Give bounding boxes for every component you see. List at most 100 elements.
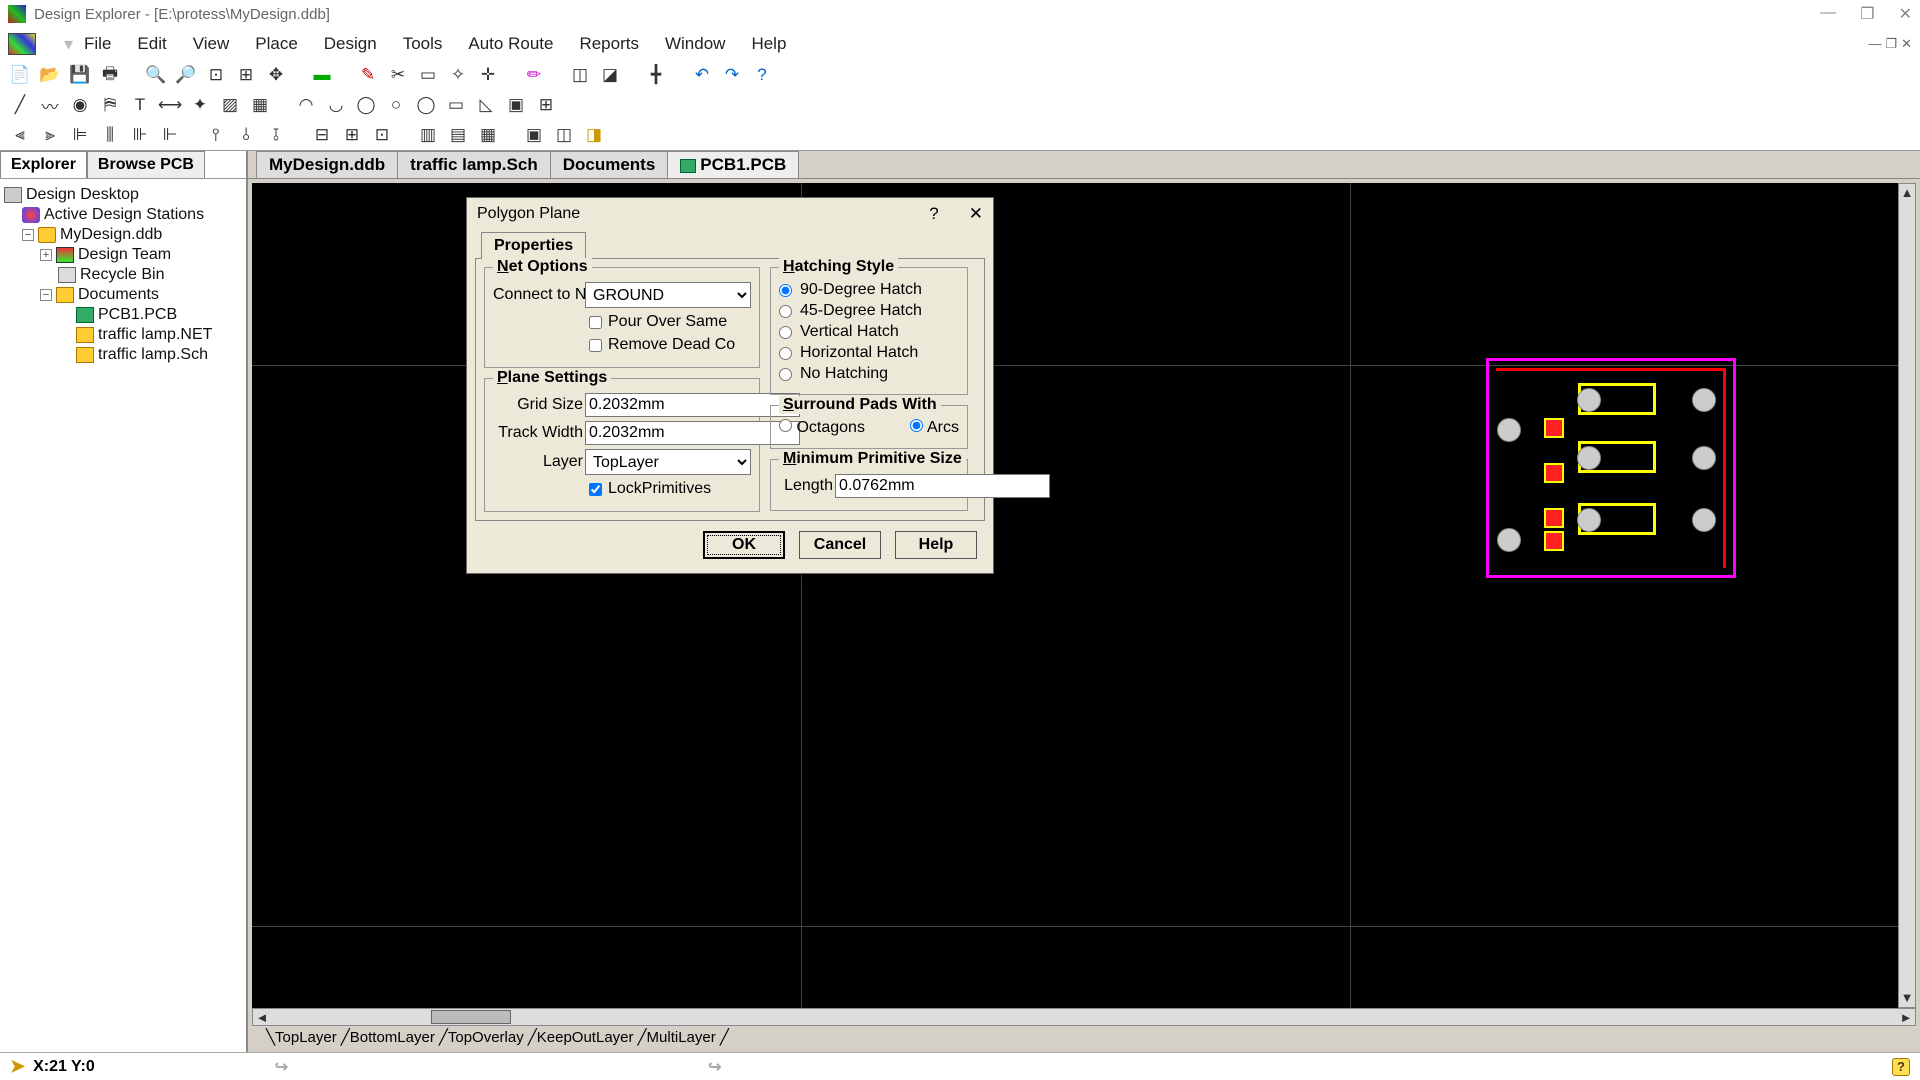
layer-select[interactable]: TopLayer <box>585 449 751 475</box>
zoom-window-icon[interactable]: ⊡ <box>204 63 228 87</box>
zoom-pan-icon[interactable]: ✥ <box>264 63 288 87</box>
tree-bin[interactable]: Recycle Bin <box>4 265 242 285</box>
tree-file-pcb[interactable]: PCB1.PCB <box>4 305 242 325</box>
dialog-titlebar[interactable]: Polygon Plane ? ✕ <box>467 198 993 230</box>
tree-file-net[interactable]: traffic lamp.NET <box>4 325 242 345</box>
dropdown-icon[interactable]: ▾ <box>64 34 84 55</box>
3d-view-icon[interactable]: ◫ <box>568 63 592 87</box>
hatch-90-radio[interactable] <box>779 284 792 297</box>
menu-reports[interactable]: Reports <box>579 34 639 54</box>
place-pad-icon[interactable]: ◉ <box>68 93 92 117</box>
arc1-icon[interactable]: ◠ <box>294 93 318 117</box>
grid-size-input[interactable] <box>585 393 800 417</box>
help-button[interactable]: Help <box>895 531 977 559</box>
pour-over-checkbox[interactable] <box>589 316 602 329</box>
hatch-horizontal-radio[interactable] <box>779 347 792 360</box>
group3-icon[interactable]: ⊡ <box>370 123 394 147</box>
dist-h-icon[interactable]: ⫼ <box>98 123 122 147</box>
tree-docs[interactable]: −Documents <box>4 285 242 305</box>
tab-explorer[interactable]: Explorer <box>0 151 87 178</box>
board-icon[interactable]: ▬ <box>310 63 334 87</box>
menu-place[interactable]: Place <box>255 34 298 54</box>
tree-stations[interactable]: Active Design Stations <box>4 205 242 225</box>
zoom-fit-icon[interactable]: ⊞ <box>234 63 258 87</box>
save-icon[interactable]: 💾 <box>68 63 92 87</box>
scroll-thumb[interactable] <box>431 1010 511 1024</box>
circle-icon[interactable]: ○ <box>384 93 408 117</box>
minimize-button[interactable]: — <box>1820 4 1836 24</box>
menu-view[interactable]: View <box>193 34 230 54</box>
layer-tab-top[interactable]: ╲TopLayer <box>264 1028 339 1046</box>
place-hatch-icon[interactable]: ▦ <box>248 93 272 117</box>
align-mid-icon[interactable]: ⫰ <box>234 123 258 147</box>
tab-browse-pcb[interactable]: Browse PCB <box>87 151 205 178</box>
ellipse-icon[interactable]: ◯ <box>414 93 438 117</box>
place-line-icon[interactable]: ╱ <box>8 93 32 117</box>
ok-button[interactable]: OK <box>703 531 785 559</box>
hatch-none-radio[interactable] <box>779 368 792 381</box>
doc-tab-docs[interactable]: Documents <box>550 151 669 178</box>
hatch-vertical-radio[interactable] <box>779 326 792 339</box>
region-icon[interactable]: ▣ <box>504 93 528 117</box>
align-left-icon[interactable]: ⫷ <box>8 123 32 147</box>
menu-autoroute[interactable]: Auto Route <box>468 34 553 54</box>
layer-tab-overlay[interactable]: ╱TopOverlay <box>437 1028 526 1046</box>
group2-icon[interactable]: ⊞ <box>340 123 364 147</box>
layer-tab-keepout[interactable]: ╱KeepOutLayer <box>526 1028 636 1046</box>
redo-icon[interactable]: ↷ <box>720 63 744 87</box>
connect-to-net-select[interactable]: GROUND <box>585 282 751 308</box>
select-rect-icon[interactable]: ▭ <box>416 63 440 87</box>
highlight-icon[interactable]: ✏ <box>522 63 546 87</box>
3d-shade-icon[interactable]: ◪ <box>598 63 622 87</box>
doc-tab-sch[interactable]: traffic lamp.Sch <box>397 151 551 178</box>
collapse-icon[interactable]: − <box>22 229 34 241</box>
dialog-tab-properties[interactable]: Properties <box>481 232 586 259</box>
wand-icon[interactable]: ✎ <box>356 63 380 87</box>
lock-primitives-checkbox[interactable] <box>589 483 602 496</box>
cut-line-icon[interactable]: ✂ <box>386 63 410 87</box>
menu-file[interactable]: File <box>84 34 111 54</box>
group1-icon[interactable]: ⊟ <box>310 123 334 147</box>
menu-tools[interactable]: Tools <box>403 34 443 54</box>
remove-dead-checkbox[interactable] <box>589 339 602 352</box>
place-via-icon[interactable]: ⛿ <box>98 93 122 117</box>
place-fill-icon[interactable]: ▨ <box>218 93 242 117</box>
scroll-left-icon[interactable]: ◄ <box>253 1010 271 1025</box>
move-icon[interactable]: ✛ <box>476 63 500 87</box>
comp3-icon[interactable]: ▦ <box>476 123 500 147</box>
space2-icon[interactable]: ⊩ <box>158 123 182 147</box>
deselect-icon[interactable]: ✧ <box>446 63 470 87</box>
array-icon[interactable]: ⊞ <box>534 93 558 117</box>
expand-icon[interactable]: + <box>40 249 52 261</box>
scroll-up-icon[interactable]: ▲ <box>1899 184 1915 202</box>
tree-team[interactable]: +Design Team <box>4 245 242 265</box>
doc-tab-pcb[interactable]: PCB1.PCB <box>667 151 799 178</box>
undo-icon[interactable]: ↶ <box>690 63 714 87</box>
zoom-out-icon[interactable]: 🔎 <box>174 63 198 87</box>
arc2-icon[interactable]: ◡ <box>324 93 348 117</box>
place-curve-icon[interactable]: 〰 <box>38 93 62 117</box>
horizontal-scrollbar[interactable]: ◄ ► <box>252 1008 1916 1026</box>
maximize-button[interactable]: ❐ <box>1860 4 1874 24</box>
dialog-close-icon[interactable]: ✕ <box>969 204 983 224</box>
menu-help[interactable]: Help <box>751 34 786 54</box>
place-coord-icon[interactable]: ✦ <box>188 93 212 117</box>
menu-window[interactable]: Window <box>665 34 725 54</box>
length-input[interactable] <box>835 474 1050 498</box>
collapse-icon[interactable]: − <box>40 289 52 301</box>
place-dim-icon[interactable]: ⟷ <box>158 93 182 117</box>
rect-icon[interactable]: ▭ <box>444 93 468 117</box>
layer-tab-bottom[interactable]: ╱BottomLayer <box>339 1028 437 1046</box>
comp1-icon[interactable]: ▥ <box>416 123 440 147</box>
menu-design[interactable]: Design <box>324 34 377 54</box>
zoom-in-icon[interactable]: 🔍 <box>144 63 168 87</box>
comp4-icon[interactable]: ▣ <box>522 123 546 147</box>
scroll-down-icon[interactable]: ▼ <box>1899 989 1915 1007</box>
doc-tab-ddb[interactable]: MyDesign.ddb <box>256 151 398 178</box>
align-center-h-icon[interactable]: ⫸ <box>38 123 62 147</box>
octagons-radio[interactable] <box>779 419 792 432</box>
tree-root[interactable]: Design Desktop <box>4 185 242 205</box>
scroll-right-icon[interactable]: ► <box>1897 1010 1915 1025</box>
comp5-icon[interactable]: ◫ <box>552 123 576 147</box>
mdi-close[interactable]: ✕ <box>1901 36 1912 52</box>
